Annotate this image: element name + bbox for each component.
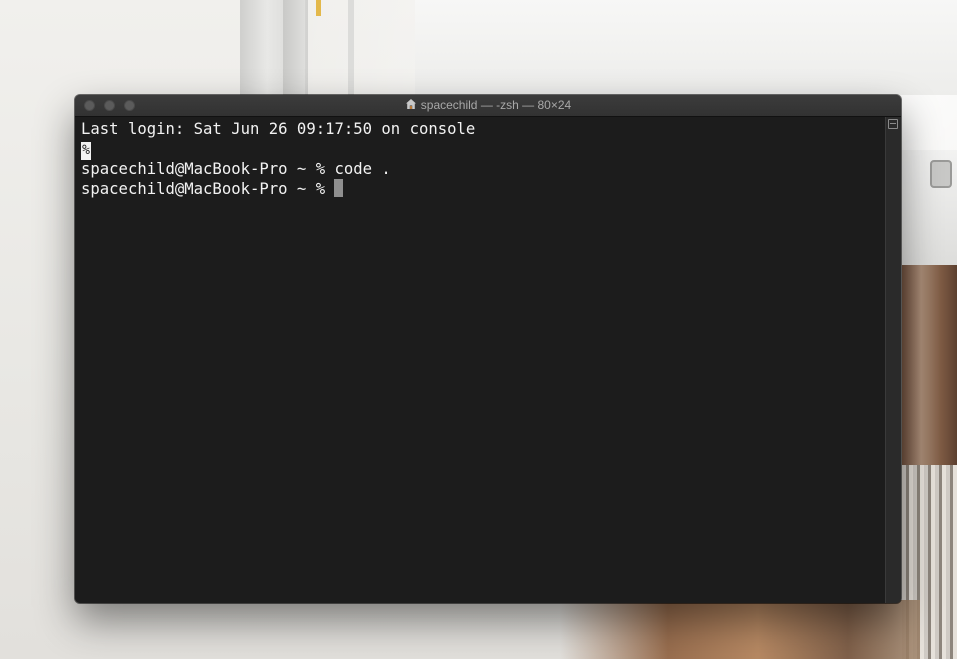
window-title-text: spacechild — -zsh — 80×24 [420,98,572,112]
window-titlebar[interactable]: spacechild — -zsh — 80×24 [75,95,901,117]
window-title: spacechild — -zsh — 80×24 [75,98,901,112]
text-cursor [334,179,344,197]
wallpaper-yellow-mark [316,0,321,16]
wallpaper-engine-nozzle [902,265,957,465]
wallpaper-beam-stripe [283,0,305,95]
wallpaper-panel [415,0,957,95]
wallpaper-pole [348,0,354,95]
terminal-scrollbar[interactable] [885,117,901,603]
terminal-output[interactable]: Last login: Sat Jun 26 09:17:50 on conso… [75,117,885,603]
terminal-line-last-login: Last login: Sat Jun 26 09:17:50 on conso… [81,120,476,138]
wallpaper-engine-base [560,600,920,659]
terminal-window[interactable]: spacechild — -zsh — 80×24 Last login: Sa… [75,95,901,603]
home-icon [405,99,416,109]
terminal-line-prompt[interactable]: spacechild@MacBook-Pro ~ % [81,179,885,199]
partial-line-marker: % [81,142,91,160]
split-pane-icon[interactable] [888,119,898,129]
wallpaper-engine-detail [930,160,952,188]
terminal-line-partial-marker: % [81,139,885,160]
prompt-text: spacechild@MacBook-Pro ~ % [81,180,335,198]
terminal-line-command: spacechild@MacBook-Pro ~ % code . [81,160,391,178]
